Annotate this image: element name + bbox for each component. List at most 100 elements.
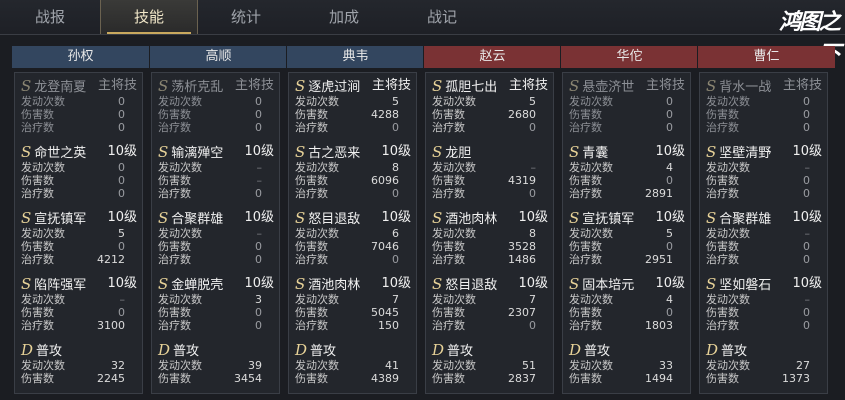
- skill-grade: S: [706, 275, 717, 293]
- stat-row: 发动次数 5: [569, 227, 687, 240]
- stat-row: 治疗数 0: [21, 121, 139, 134]
- stat-row: 治疗数 0: [706, 253, 824, 266]
- stat-row: 发动次数 0: [706, 95, 824, 108]
- stat-value: 0: [118, 174, 125, 187]
- skill-block[interactable]: S 孤胆七出 主将技 发动次数 5 伤害数 2680 治疗数 0: [432, 77, 550, 134]
- stat-row: 伤害数 4319: [432, 174, 550, 187]
- skill-name: 古之恶来: [308, 146, 361, 161]
- skill-header: D 普攻: [21, 341, 139, 359]
- tab-2[interactable]: 统计: [198, 0, 294, 34]
- stat-row: 发动次数 33: [569, 359, 687, 372]
- skill-block[interactable]: S 古之恶来 10级 发动次数 8 伤害数 6096 治疗数 0: [295, 143, 413, 200]
- stat-label: 伤害数: [295, 240, 328, 253]
- skill-block[interactable]: S 固本培元 10级 发动次数 4 伤害数 0 治疗数 1803: [569, 275, 687, 332]
- skill-level: 10级: [792, 144, 822, 159]
- skill-name: 宣抚镇军: [34, 212, 87, 227]
- stat-label: 伤害数: [432, 174, 465, 187]
- skill-block[interactable]: D 普攻 发动次数 39 伤害数 3454: [158, 341, 276, 385]
- skill-grade: S: [158, 77, 169, 95]
- skill-name: 逐虎过涧: [308, 80, 361, 95]
- skill-block[interactable]: D 普攻 发动次数 33 伤害数 1494: [569, 341, 687, 385]
- stat-row: 发动次数 7: [295, 293, 413, 306]
- stat-label: 伤害数: [158, 372, 191, 385]
- stat-row: 治疗数 0: [569, 121, 687, 134]
- skill-header: D 普攻: [432, 341, 550, 359]
- stat-value: 0: [255, 319, 262, 332]
- skill-block[interactable]: S 陷阵强军 10级 发动次数 – 伤害数 0 治疗数 3100: [21, 275, 139, 332]
- hero-name-3: 赵云: [423, 46, 561, 68]
- skill-block[interactable]: S 怒目退敌 10级 发动次数 7 伤害数 2307 治疗数 0: [432, 275, 550, 332]
- skill-grade: S: [295, 275, 306, 293]
- skill-block[interactable]: D 普攻 发动次数 41 伤害数 4389: [295, 341, 413, 385]
- tab-1[interactable]: 技能: [100, 0, 198, 34]
- stat-label: 伤害数: [706, 240, 739, 253]
- skill-block[interactable]: S 坚如磐石 10级 发动次数 – 伤害数 0 治疗数 0: [706, 275, 824, 332]
- stat-row: 伤害数 0: [21, 108, 139, 121]
- skill-block[interactable]: S 青囊 10级 发动次数 4 伤害数 0 治疗数 2891: [569, 143, 687, 200]
- tab-0[interactable]: 战报: [2, 0, 98, 34]
- skill-block[interactable]: S 宣抚镇军 10级 发动次数 5 伤害数 0 治疗数 2951: [569, 209, 687, 266]
- stat-row: 伤害数 4389: [295, 372, 413, 385]
- stat-row: 发动次数 8: [295, 161, 413, 174]
- skill-block[interactable]: S 合聚群雄 10级 发动次数 – 伤害数 0 治疗数 0: [706, 209, 824, 266]
- stat-label: 伤害数: [432, 240, 465, 253]
- stat-label: 伤害数: [569, 174, 602, 187]
- skill-grade: S: [158, 143, 169, 161]
- stat-label: 伤害数: [21, 240, 54, 253]
- skill-name: 普攻: [584, 344, 611, 359]
- skill-block[interactable]: S 逐虎过涧 主将技 发动次数 5 伤害数 4288 治疗数 0: [295, 77, 413, 134]
- stat-value: 7: [529, 293, 536, 306]
- stat-value: 0: [803, 306, 810, 319]
- skill-block[interactable]: S 悬壶济世 主将技 发动次数 0 伤害数 0 治疗数 0: [569, 77, 687, 134]
- skill-block[interactable]: S 输漓殚空 10级 发动次数 – 伤害数 – 治疗数 0: [158, 143, 276, 200]
- stat-value: 7046: [371, 240, 399, 253]
- skill-block[interactable]: D 普攻 发动次数 32 伤害数 2245: [21, 341, 139, 385]
- stat-row: 伤害数 0: [569, 174, 687, 187]
- stat-value: 0: [118, 240, 125, 253]
- skill-block[interactable]: S 命世之英 10级 发动次数 0 伤害数 0 治疗数 0: [21, 143, 139, 200]
- skill-block[interactable]: S 坚壁清野 10级 发动次数 – 伤害数 0 治疗数 0: [706, 143, 824, 200]
- stat-label: 伤害数: [432, 372, 465, 385]
- stat-value: 5: [392, 95, 399, 108]
- stat-label: 发动次数: [158, 95, 202, 108]
- skill-block[interactable]: D 普攻 发动次数 27 伤害数 1373: [706, 341, 824, 385]
- skill-block[interactable]: S 金蝉脱壳 10级 发动次数 3 伤害数 0 治疗数 0: [158, 275, 276, 332]
- stat-label: 伤害数: [706, 108, 739, 121]
- stat-value: 4212: [97, 253, 125, 266]
- stat-label: 发动次数: [295, 95, 339, 108]
- skill-name: 怒目退敌: [445, 278, 498, 293]
- skill-block[interactable]: D 普攻 发动次数 51 伤害数 2837: [432, 341, 550, 385]
- stat-value: –: [256, 174, 263, 187]
- skill-block[interactable]: S 龙胆 发动次数 – 伤害数 4319 治疗数 0: [432, 143, 550, 200]
- stat-label: 治疗数: [432, 253, 465, 266]
- stat-row: 伤害数 5045: [295, 306, 413, 319]
- skill-block[interactable]: S 酒池肉林 10级 发动次数 7 伤害数 5045 治疗数 150: [295, 275, 413, 332]
- stat-label: 治疗数: [158, 121, 191, 134]
- stat-row: 伤害数 0: [21, 240, 139, 253]
- stat-label: 伤害数: [158, 306, 191, 319]
- hero-name-1: 高顺: [149, 46, 287, 68]
- stat-value: 1373: [782, 372, 810, 385]
- stat-value: 0: [392, 187, 399, 200]
- skill-block[interactable]: S 怒目退敌 10级 发动次数 6 伤害数 7046 治疗数 0: [295, 209, 413, 266]
- skill-block[interactable]: S 合聚群雄 10级 发动次数 – 伤害数 0 治疗数 0: [158, 209, 276, 266]
- stat-row: 发动次数 0: [21, 161, 139, 174]
- skill-block[interactable]: S 荡析克乱 主将技 发动次数 0 伤害数 0 治疗数 0: [158, 77, 276, 134]
- tab-4[interactable]: 战记: [394, 0, 490, 34]
- skill-block[interactable]: S 酒池肉林 10级 发动次数 8 伤害数 3528 治疗数 1486: [432, 209, 550, 266]
- stat-row: 伤害数 0: [569, 108, 687, 121]
- stat-value: 0: [666, 306, 673, 319]
- stat-label: 治疗数: [295, 187, 328, 200]
- stat-value: 0: [255, 306, 262, 319]
- stat-value: 2891: [645, 187, 673, 200]
- skill-block[interactable]: S 宣抚镇军 10级 发动次数 5 伤害数 0 治疗数 4212: [21, 209, 139, 266]
- stat-value: 5: [118, 227, 125, 240]
- skill-header: S 酒池肉林 10级: [432, 209, 550, 227]
- skill-level: 10级: [518, 210, 548, 225]
- skill-grade: S: [432, 143, 443, 161]
- skill-block[interactable]: S 背水一战 主将技 发动次数 0 伤害数 0 治疗数 0: [706, 77, 824, 134]
- stat-label: 发动次数: [432, 95, 476, 108]
- tab-3[interactable]: 加成: [296, 0, 392, 34]
- skill-block[interactable]: S 龙登南夏 主将技 发动次数 0 伤害数 0 治疗数 0: [21, 77, 139, 134]
- stat-value: 39: [248, 359, 262, 372]
